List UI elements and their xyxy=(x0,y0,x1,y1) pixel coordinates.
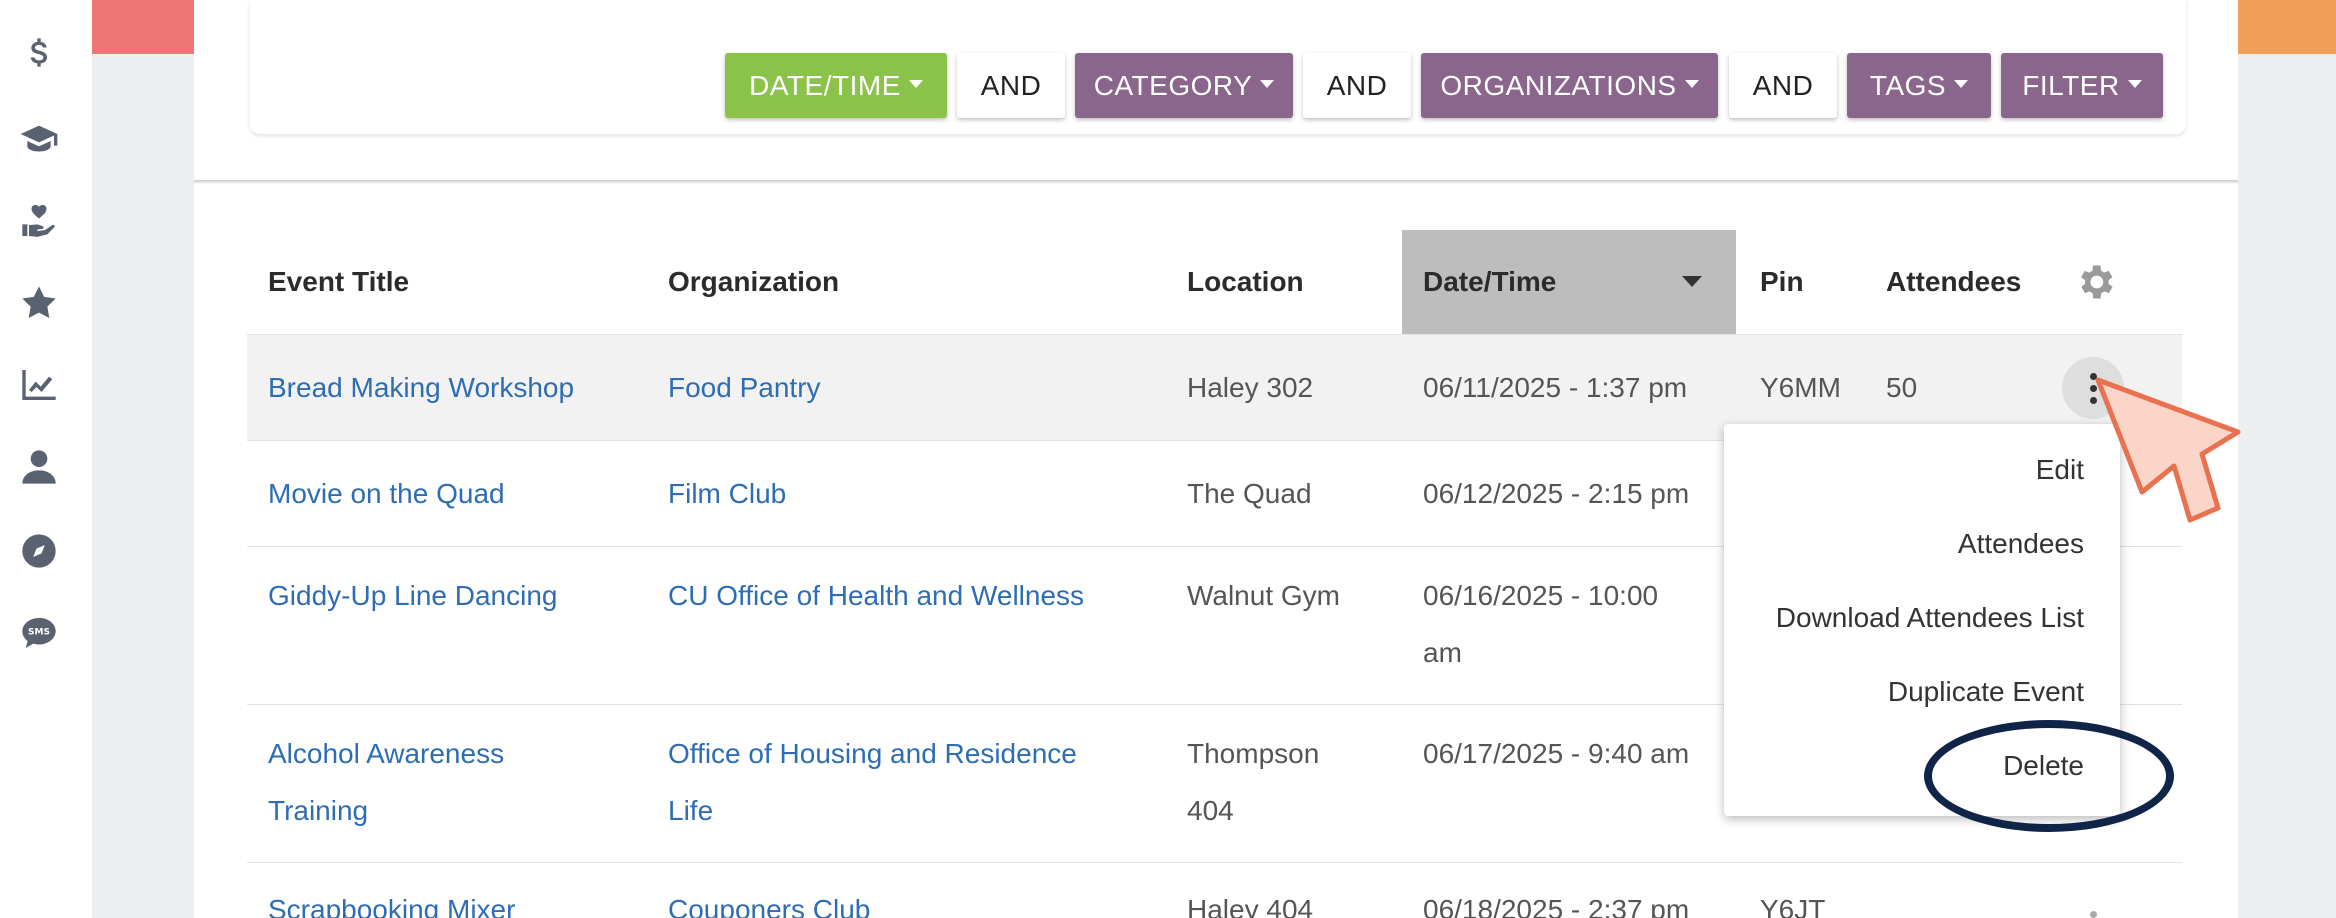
location-line: 404 xyxy=(1187,795,1234,826)
event-title-link[interactable]: Movie on the Quad xyxy=(268,465,505,522)
and-label: AND xyxy=(980,69,1042,101)
org-line: Life xyxy=(668,795,714,826)
location-cell: Haley 302 xyxy=(1187,372,1314,403)
and-operator-button[interactable]: AND xyxy=(1303,53,1411,118)
sort-desc-icon xyxy=(1682,276,1702,287)
header-band-left xyxy=(92,0,196,54)
header-label: Date/Time xyxy=(1423,266,1557,297)
col-header-organization[interactable]: Organization xyxy=(668,230,839,334)
and-label: AND xyxy=(1326,69,1388,101)
location-cell: The Quad xyxy=(1187,478,1312,509)
header-band-right xyxy=(2238,0,2336,54)
user-icon[interactable] xyxy=(14,442,64,492)
organization-link[interactable]: Film Club xyxy=(668,465,786,522)
datetime-cell: 06/16/2025 - 10:00 am xyxy=(1423,567,1658,681)
datetime-line: 06/16/2025 - 10:00 xyxy=(1423,580,1659,611)
organization-link[interactable]: CU Office of Health and Wellness xyxy=(668,567,1084,624)
graduation-cap-icon[interactable] xyxy=(14,114,64,164)
title-line: Training xyxy=(268,795,369,826)
organization-link[interactable]: Food Pantry xyxy=(668,359,821,416)
category-filter-label: CATEGORY xyxy=(1093,69,1253,101)
datetime-cell: 06/18/2025 - 2:37 pm xyxy=(1423,894,1690,918)
col-header-event-title[interactable]: Event Title xyxy=(268,230,409,334)
table-row: Scrapbooking Mixer Couponers Club Haley … xyxy=(247,862,2182,918)
location-cell: Walnut Gym xyxy=(1187,580,1340,611)
menu-item-duplicate-event[interactable]: Duplicate Event xyxy=(1888,676,2084,708)
col-header-attendees[interactable]: Attendees xyxy=(1886,230,2021,334)
caret-down-icon xyxy=(1684,79,1699,88)
hand-heart-icon[interactable] xyxy=(14,196,64,246)
tags-filter-button[interactable]: TAGS xyxy=(1847,53,1991,118)
cursor-arrow-icon xyxy=(2095,377,2241,523)
datetime-filter-label: DATE/TIME xyxy=(749,69,901,101)
menu-item-edit[interactable]: Edit xyxy=(2036,454,2084,486)
tags-filter-label: TAGS xyxy=(1869,69,1947,101)
chart-line-icon[interactable] xyxy=(14,360,64,410)
col-header-location[interactable]: Location xyxy=(1187,230,1304,334)
organizations-filter-button[interactable]: ORGANIZATIONS xyxy=(1421,53,1718,118)
pin-cell: Y6JT xyxy=(1760,894,1826,918)
org-line: Office of Housing and Residence xyxy=(668,738,1077,769)
organization-link[interactable]: Office of Housing and Residence Life xyxy=(668,725,1077,839)
filter-card: DATE/TIME AND CATEGORY AND ORGANIZATIONS… xyxy=(250,0,2186,134)
header-label: Pin xyxy=(1760,266,1804,297)
and-operator-button[interactable]: AND xyxy=(1729,53,1837,118)
attendees-cell: 50 xyxy=(1886,372,1918,403)
organizations-filter-label: ORGANIZATIONS xyxy=(1440,69,1677,101)
highlight-ellipse xyxy=(1924,720,2174,832)
category-filter-button[interactable]: CATEGORY xyxy=(1075,53,1293,118)
location-cell: Haley 404 xyxy=(1187,894,1314,918)
caret-down-icon xyxy=(1260,79,1275,88)
pin-cell: Y6MM xyxy=(1760,372,1841,403)
title-line: Alcohol Awareness xyxy=(268,738,505,769)
and-operator-button[interactable]: AND xyxy=(957,53,1065,118)
and-label: AND xyxy=(1752,69,1814,101)
star-icon[interactable] xyxy=(14,278,64,328)
event-title-link[interactable]: Giddy-Up Line Dancing xyxy=(268,567,558,624)
header-label: Attendees xyxy=(1886,266,2022,297)
datetime-line: am xyxy=(1423,637,1462,668)
sms-icon[interactable]: SMS xyxy=(14,608,64,658)
filter-button[interactable]: FILTER xyxy=(2001,53,2163,118)
caret-down-icon xyxy=(2127,79,2142,88)
header-label: Organization xyxy=(668,266,840,297)
organization-link[interactable]: Couponers Club xyxy=(668,881,870,918)
row-actions-kebab-icon[interactable] xyxy=(2062,895,2124,918)
menu-item-attendees[interactable]: Attendees xyxy=(1958,528,2084,560)
filter-label: FILTER xyxy=(2022,69,2120,101)
left-sidebar: SMS xyxy=(0,0,92,918)
dollar-icon[interactable] xyxy=(14,30,64,80)
panel-divider xyxy=(194,180,2238,184)
header-label: Event Title xyxy=(268,266,410,297)
event-title-link[interactable]: Alcohol Awareness Training xyxy=(268,725,504,839)
datetime-filter-button[interactable]: DATE/TIME xyxy=(725,53,947,118)
datetime-cell: 06/11/2025 - 1:37 pm xyxy=(1423,372,1688,403)
col-header-pin[interactable]: Pin xyxy=(1760,230,1804,334)
datetime-cell: 06/17/2025 - 9:40 am xyxy=(1423,738,1690,769)
col-header-datetime[interactable]: Date/Time xyxy=(1402,230,1736,334)
location-cell: Thompson 404 xyxy=(1187,725,1319,839)
caret-down-icon xyxy=(1954,79,1969,88)
caret-down-icon xyxy=(908,79,923,88)
event-title-link[interactable]: Scrapbooking Mixer xyxy=(268,881,515,918)
datetime-cell: 06/12/2025 - 2:15 pm xyxy=(1423,478,1690,509)
location-line: Thompson xyxy=(1187,738,1320,769)
compass-icon[interactable] xyxy=(14,526,64,576)
event-title-link[interactable]: Bread Making Workshop xyxy=(268,359,574,416)
column-settings-gear-icon[interactable] xyxy=(2073,230,2117,334)
menu-item-download-attendees-list[interactable]: Download Attendees List xyxy=(1776,602,2084,634)
svg-text:SMS: SMS xyxy=(28,628,50,638)
header-label: Location xyxy=(1187,266,1304,297)
